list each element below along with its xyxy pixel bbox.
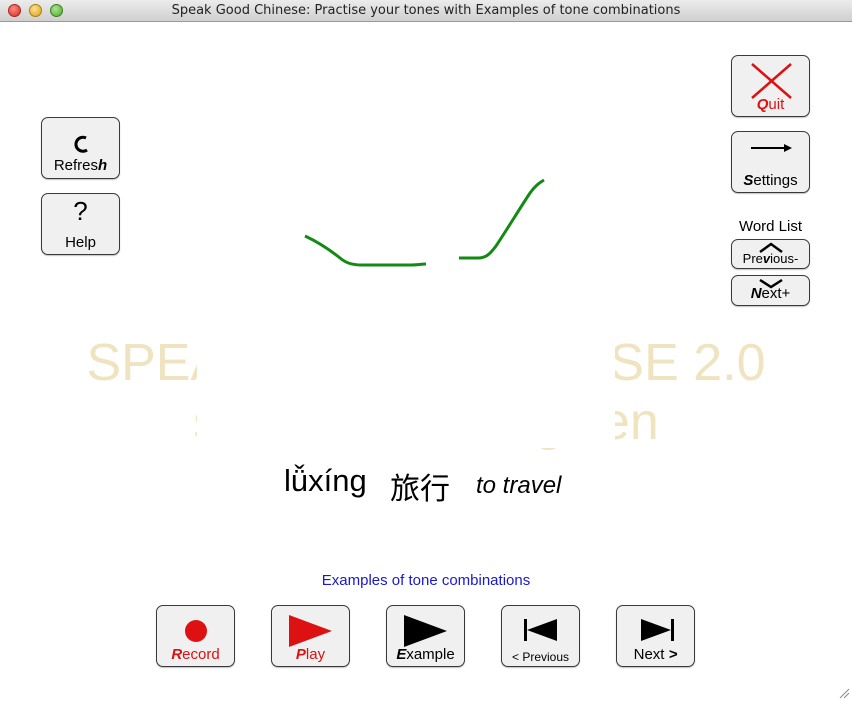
word-hanzi: 旅行 [390, 472, 450, 507]
watermark-mask [197, 330, 615, 448]
record-label: Record [171, 646, 220, 663]
word-pinyin: lǚxíng [284, 463, 367, 498]
next-label: Next > [633, 646, 678, 663]
section-label: Examples of tone combinations [321, 572, 531, 589]
resize-grip-icon[interactable] [838, 687, 850, 699]
record-button[interactable]: Record [156, 605, 235, 667]
play-button[interactable]: Play [271, 605, 350, 667]
app-window: Speak Good Chinese: Practise your tones … [0, 0, 852, 701]
next-button[interactable]: Next > [616, 605, 695, 667]
previous-button[interactable]: < Previous [501, 605, 580, 667]
example-button[interactable]: Example [386, 605, 465, 667]
play-label: Play [295, 646, 326, 663]
previous-label: < Previous [511, 650, 570, 664]
word-english: to travel [476, 472, 562, 499]
example-label: Example [396, 646, 455, 663]
